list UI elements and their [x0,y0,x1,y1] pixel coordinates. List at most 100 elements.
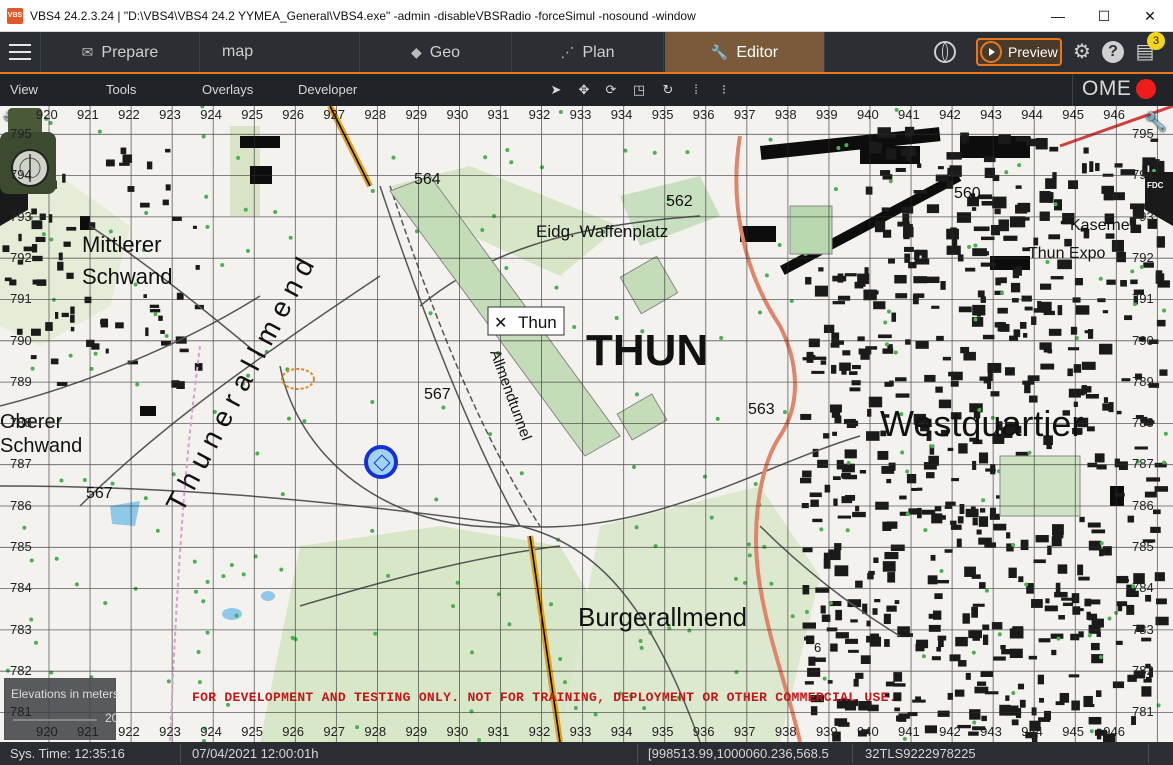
layers-icon: ◆ [410,44,422,60]
status-divider [852,744,853,763]
map-label-kaserne: Kaserne [1070,217,1130,234]
minimize-button[interactable]: — [1035,0,1081,32]
x-tick-top: 946 [1103,107,1125,122]
x-tick-bottom: 937 [733,724,756,739]
tab-editor[interactable]: 🔧 Editor [665,32,825,72]
map-label-burgerallmend: Burgerallmend [578,602,747,632]
status-divider [1148,744,1149,763]
preview-button[interactable]: Preview [976,38,1062,66]
x-tick-top: 938 [774,107,797,122]
waypoint-a-icon[interactable]: ⁞ [688,82,704,98]
globe-icon[interactable] [934,41,956,63]
y-tick-right: 781 [1132,704,1154,720]
map-label-thun-station: Thun [518,313,557,332]
divider [1072,74,1073,106]
menu-tools[interactable]: Tools [106,74,136,106]
height-567-b: 567 [86,485,113,502]
menu-developer[interactable]: Developer [298,74,357,106]
x-tick-bottom: 922 [118,724,140,739]
tab-geo[interactable]: ◆ Geo [360,32,512,72]
y-tick-left: 787 [10,456,32,472]
menu-overlays[interactable]: Overlays [202,74,253,106]
fdc-right-label: FDC [1147,181,1164,190]
status-divider [180,744,181,763]
map-label-schwand-2: Schwand [0,435,82,457]
y-tick-left: 784 [10,580,32,596]
development-warning: FOR DEVELOPMENT AND TESTING ONLY. NOT FO… [192,690,897,705]
envelope-icon: ✉ [81,44,94,60]
status-bar: Sys. Time: 12:35:16 07/04/2021 12:00:01h… [0,742,1173,765]
elevation-slider[interactable] [13,719,97,721]
y-tick-left: 783 [10,621,32,637]
y-tick-right: 785 [1132,539,1154,554]
tab-prepare[interactable]: ✉ Prepare [40,32,200,72]
x-tick-top: 939 [815,107,838,122]
x-tick-bottom: 938 [774,724,797,739]
x-tick-top: 927 [323,107,346,122]
x-tick-top: 933 [569,107,592,122]
y-tick-right: 788 [1132,415,1154,431]
play-icon [980,41,1002,63]
x-tick-bottom: 930 [446,724,469,739]
vbs-app-icon: VBS [7,8,23,24]
x-tick-top: 920 [36,107,58,122]
x-tick-bottom: 926 [282,724,304,739]
settings-gear-icon[interactable]: ⚙ [1070,40,1094,64]
maximize-button[interactable]: ☐ [1081,0,1127,32]
window-title-bar: VBS VBS4 24.2.3.24 | "D:\VBS4\VBS4 24.2 … [0,0,1173,32]
y-tick-right: 782 [1132,662,1154,678]
x-tick-top: 942 [939,107,961,122]
refresh-icon[interactable]: ⟳ [603,82,619,98]
x-tick-top: 924 [200,107,222,122]
y-tick-left: 790 [10,332,32,348]
x-tick-top: 940 [857,107,879,122]
x-tick-bottom: 941 [898,724,920,739]
x-tick-bottom: 928 [364,724,387,739]
x-tick-bottom: 925 [241,724,263,739]
y-tick-right: 789 [1132,373,1154,389]
record-indicator[interactable] [1136,79,1156,99]
x-tick-top: 921 [77,107,99,122]
x-tick-top: 945 [1062,107,1084,122]
x-tick-bottom: 932 [528,724,551,739]
simulation-time: 07/04/2021 12:00:01h [192,746,319,761]
height-560: 560 [954,185,981,202]
scale-icon[interactable]: ◳ [631,82,647,98]
y-tick-right: 795 [1132,126,1154,141]
x-tick-bottom: 943 [980,724,1002,739]
close-button[interactable]: ✕ [1127,0,1173,32]
x-tick-top: 929 [405,107,428,122]
map-label-thun-expo: Thun Expo [1028,245,1105,262]
x-tick-bottom: 944 [1021,724,1043,739]
tab-map[interactable]: map [200,32,360,72]
x-tick-bottom: 923 [159,724,181,739]
ome-label: OME [1082,77,1132,100]
rotate-icon[interactable]: ↻ [660,82,676,98]
x-tick-bottom: 933 [569,724,592,739]
menu-view[interactable]: View [10,74,38,106]
x-tick-bottom: 934 [610,724,633,739]
y-tick-right: 791 [1132,291,1154,307]
y-tick-left: 795 [10,126,32,141]
map-view[interactable]: THUN Westquartier Burgerallmend Eidg. Wa… [0,106,1173,742]
height-567-a: 567 [424,386,451,403]
pointer-icon[interactable]: ➤ [548,82,564,98]
x-tick-bottom: 936 [692,724,715,739]
y-tick-right: 783 [1132,621,1154,637]
editor-menu-bar: View Tools Overlays Developer ➤ ✥ ⟳ ◳ ↻ … [0,74,1173,106]
y-tick-right: 784 [1132,580,1154,596]
y-tick-right: 793 [1132,208,1154,224]
route-6-label: 6 [814,640,821,655]
system-time: Sys. Time: 12:35:16 [10,746,125,761]
tab-plan[interactable]: ⋰ Plan [512,32,664,72]
waypoint-b-icon[interactable]: ⁝ [716,82,732,98]
x-tick-top: 932 [528,107,551,122]
move-icon[interactable]: ✥ [576,82,592,98]
unit-marker[interactable] [364,445,398,479]
help-icon[interactable]: ? [1102,41,1124,63]
window-title: VBS4 24.2.3.24 | "D:\VBS4\VBS4 24.2 YYME… [30,9,696,23]
hamburger-menu-icon[interactable] [9,44,31,60]
map-label-schwand-1: Schwand [82,264,173,289]
map-label-mittlerer: Mittlerer [82,232,161,257]
x-tick-top: 928 [364,107,387,122]
